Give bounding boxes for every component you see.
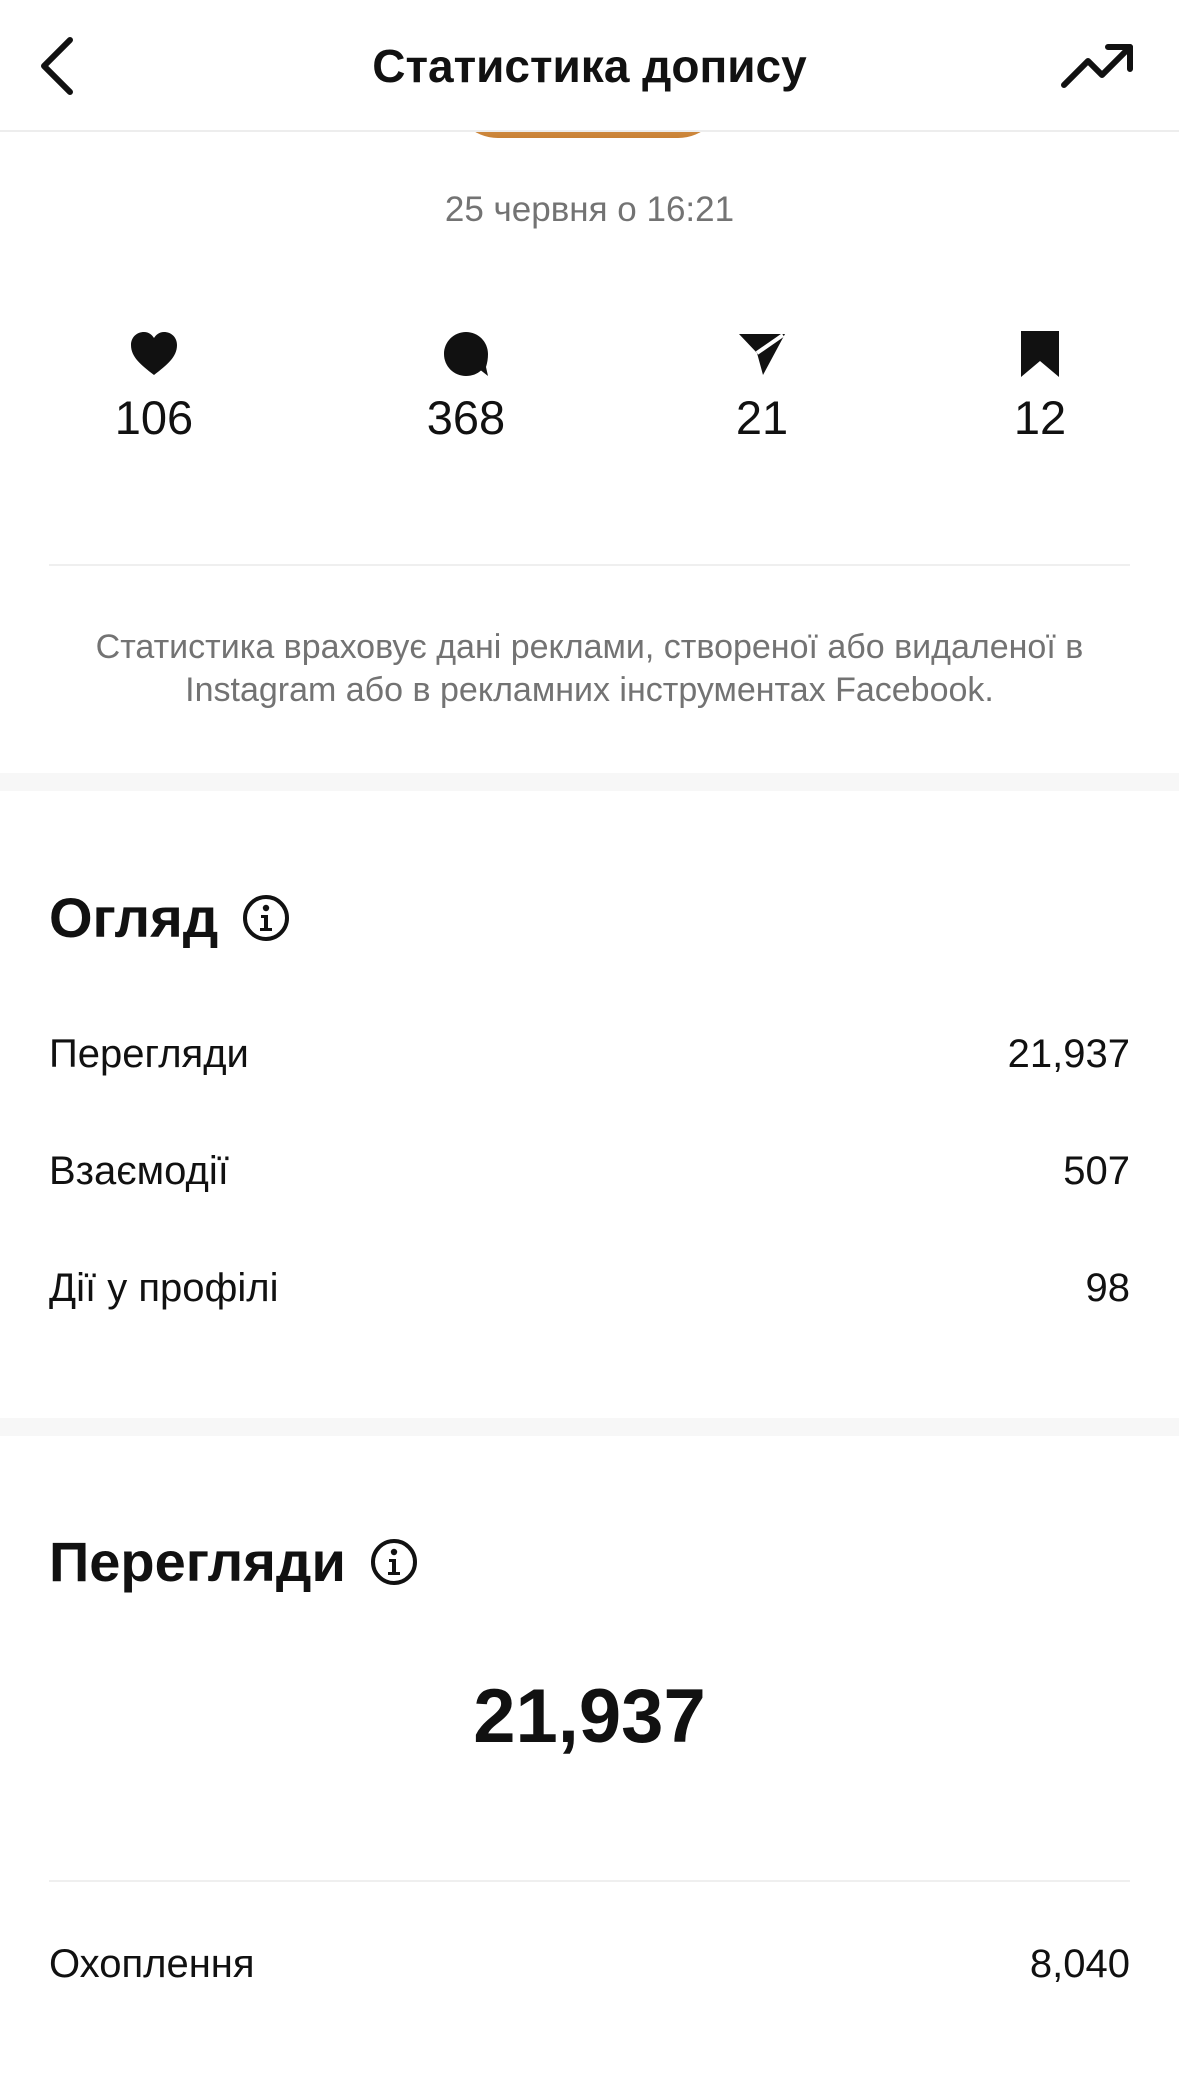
overview-title: Огляд: [49, 886, 219, 949]
saves-count: 12: [1013, 391, 1067, 444]
views-info-button[interactable]: [370, 1538, 418, 1586]
ads-disclaimer: Статистика враховує дані реклами, створе…: [95, 628, 1084, 709]
metric-label: Взаємодії: [49, 1148, 229, 1193]
comments-stat[interactable]: 368: [366, 326, 566, 446]
bookmark-icon: [1021, 331, 1059, 377]
page-title: Статистика допису: [372, 40, 807, 92]
metric-row-interactions[interactable]: Взаємодії 507: [49, 1141, 1130, 1201]
metric-label: Охоплення: [49, 1941, 255, 1986]
overview-info-button[interactable]: [242, 894, 290, 942]
likes-stat[interactable]: 106: [54, 326, 254, 446]
comments-count: 368: [426, 391, 506, 444]
views-title: Перегляди: [49, 1530, 346, 1593]
views-section-title: Перегляди: [49, 1528, 418, 1596]
views-total: 21,937: [473, 1674, 706, 1759]
metric-value: 21,937: [1007, 1031, 1130, 1076]
metric-label: Дії у профілі: [49, 1265, 279, 1310]
shares-count: 21: [735, 391, 789, 444]
top-nav-bar: Статистика допису: [0, 0, 1179, 132]
shares-stat[interactable]: 21: [662, 326, 862, 446]
metric-value: 8,040: [1029, 1941, 1130, 1986]
metric-label: Перегляди: [49, 1031, 249, 1076]
post-date: 25 червня о 16:21: [444, 190, 735, 229]
info-circle-icon: [243, 895, 290, 941]
metric-row-reach[interactable]: Охоплення 8,040: [49, 1934, 1130, 1994]
divider: [49, 1880, 1130, 1882]
insights-trend-button[interactable]: [1055, 28, 1141, 104]
divider: [49, 564, 1130, 566]
section-separator: [0, 1418, 1179, 1436]
section-separator: [0, 773, 1179, 791]
metric-value: 98: [1085, 1265, 1131, 1310]
metric-value: 507: [1063, 1148, 1130, 1193]
trending-up-icon: [1061, 44, 1133, 88]
metric-row-profile-actions[interactable]: Дії у профілі 98: [49, 1258, 1130, 1318]
engagement-stats: 106 368 21 12: [0, 326, 1179, 456]
info-circle-icon: [370, 1539, 417, 1585]
comment-bubble-icon: [444, 332, 488, 376]
heart-icon: [131, 332, 177, 375]
metric-row-views[interactable]: Перегляди 21,937: [49, 1024, 1130, 1084]
paper-plane-icon: [739, 333, 785, 375]
overview-section-title: Огляд: [49, 884, 290, 952]
saves-stat[interactable]: 12: [940, 326, 1140, 446]
likes-count: 106: [114, 391, 194, 444]
